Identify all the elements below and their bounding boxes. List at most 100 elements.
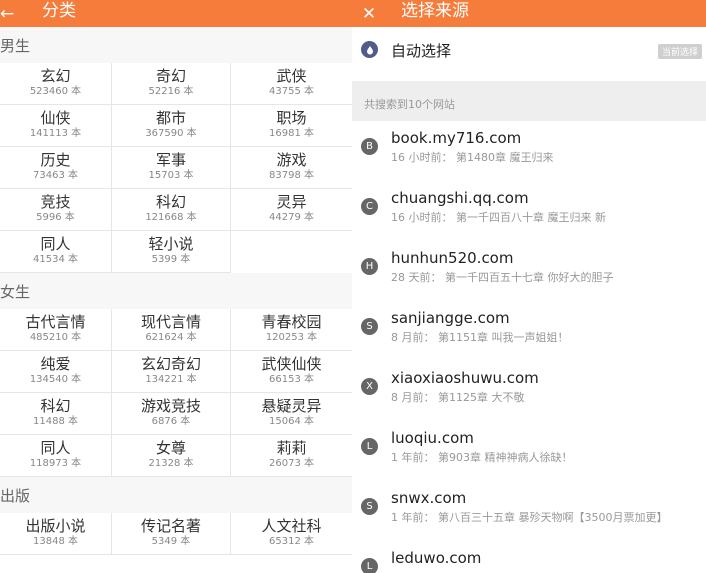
category-name: 科幻 (155, 193, 186, 211)
category-count: 65312 本 (269, 536, 314, 547)
source-item[interactable]: Bbook.my716.com 16 小时前： 第1480章 魔王归来 (352, 121, 706, 181)
category-item[interactable]: 游戏 83798 本 (231, 147, 352, 189)
category-item[interactable]: 职场 16981 本 (231, 105, 352, 147)
source-item[interactable]: Cchuangshi.qq.com 16 小时前： 第一千四百八十章 魔王归来 新 (352, 181, 706, 241)
category-item[interactable]: 仙侠 141113 本 (0, 105, 112, 147)
category-item[interactable]: 青春校园 120253 本 (231, 309, 352, 351)
category-name: 竞技 (40, 193, 71, 211)
source-letter-icon: X (361, 378, 378, 395)
category-item[interactable]: 古代言情 485210 本 (0, 309, 112, 351)
category-count: 15703 本 (148, 170, 194, 181)
category-item[interactable]: 玄幻奇幻 134221 本 (112, 351, 231, 393)
category-count: 118973 本 (29, 458, 82, 469)
category-name: 古代言情 (25, 313, 86, 331)
source-item[interactable]: Lleduwo.com (352, 541, 706, 573)
category-app-bar: ← 分类 (0, 0, 352, 27)
category-name: 仙侠 (40, 109, 71, 127)
category-count: 6876 本 (151, 416, 191, 427)
category-item[interactable]: 人文社科 65312 本 (231, 513, 352, 555)
section-label: 男生 (0, 27, 352, 63)
category-count: 5996 本 (36, 212, 75, 223)
category-grid: 古代言情 485210 本现代言情 621624 本青春校园 120253 本纯爱 13… (0, 309, 352, 477)
source-host: snwx.com (391, 489, 467, 507)
category-item[interactable]: 现代言情 621624 本 (112, 309, 231, 351)
category-item[interactable]: 军事 15703 本 (112, 147, 231, 189)
category-count: 26073 本 (269, 458, 314, 469)
source-latest-chapter: 1 年前： 第八百三十五章 暴殄天物啊【3500月票加更】 (391, 511, 668, 524)
source-item[interactable]: Hhunhun520.com 28 天前： 第一千四百五十七章 你好大的胆子 (352, 241, 706, 301)
category-item[interactable]: 同人 118973 本 (0, 435, 112, 477)
category-item[interactable]: 莉莉 26073 本 (231, 435, 352, 477)
category-count: 134221 本 (145, 374, 197, 385)
category-item[interactable]: 灵异 44279 本 (231, 189, 352, 231)
source-letter-icon: S (361, 318, 378, 335)
category-count: 134540 本 (29, 374, 82, 385)
source-latest-chapter: 1 年前： 第903章 精神神病人徐缺！ (391, 451, 573, 464)
category-name: 纯爱 (40, 355, 71, 373)
source-letter-icon: L (361, 438, 378, 455)
category-count: 66153 本 (269, 374, 314, 385)
category-item[interactable]: 竞技 5996 本 (0, 189, 112, 231)
current-selection-badge: 当前选择 (657, 44, 702, 59)
category-item[interactable]: 科幻 11488 本 (0, 393, 112, 435)
category-item[interactable]: 传记名著 5349 本 (112, 513, 231, 555)
category-name: 女尊 (155, 439, 186, 457)
category-count: 5349 本 (151, 536, 191, 547)
category-count: 21328 本 (148, 458, 194, 469)
category-item[interactable]: 武侠 43755 本 (231, 63, 352, 105)
category-name: 都市 (155, 109, 186, 127)
source-letter-icon: L (361, 558, 378, 573)
section-label: 出版 (0, 477, 352, 513)
category-count: 120253 本 (265, 332, 318, 343)
source-host: xiaoxiaoshuwu.com (391, 369, 539, 387)
category-item[interactable]: 女尊 21328 本 (112, 435, 231, 477)
category-name: 职场 (276, 109, 307, 127)
category-item[interactable]: 历史 73463 本 (0, 147, 112, 189)
category-item[interactable]: 奇幻 52216 本 (112, 63, 231, 105)
auto-select-row[interactable]: 自动选择 当前选择 (352, 27, 706, 73)
source-app-bar: ✕ 选择来源 (352, 0, 706, 27)
back-arrow-icon[interactable]: ← (0, 0, 22, 27)
category-name: 人文社科 (261, 517, 322, 535)
category-count: 41534 本 (33, 254, 78, 265)
close-icon[interactable]: ✕ (354, 0, 384, 27)
category-item[interactable]: 玄幻 523460 本 (0, 63, 112, 105)
category-item[interactable]: 武侠仙侠 66153 本 (231, 351, 352, 393)
source-item[interactable]: Lluoqiu.com 1 年前： 第903章 精神神病人徐缺！ (352, 421, 706, 481)
category-name: 出版小说 (25, 517, 86, 535)
source-item[interactable]: Xxiaoxiaoshuwu.com 8 月前： 第1125章 大不敬 (352, 361, 706, 421)
source-host: leduwo.com (391, 549, 482, 567)
category-item[interactable]: 纯爱 134540 本 (0, 351, 112, 393)
source-panel: ✕ 选择来源 自动选择 当前选择 共搜索到10个网站 Bbook.my716.c… (352, 0, 706, 573)
category-count: 15064 本 (269, 416, 314, 427)
source-latest-chapter: 16 小时前： 第一千四百八十章 魔王归来 新 (391, 211, 606, 224)
category-count: 367590 本 (145, 128, 197, 139)
category-panel: ← 分类 男生 玄幻 523460 本奇幻 52216 本武侠 43755 本仙侠 141… (0, 0, 352, 573)
drop-icon (361, 41, 378, 58)
source-letter-icon: B (361, 138, 378, 155)
category-name: 历史 (40, 151, 71, 169)
category-grid: 出版小说 13848 本传记名著 5349 本人文社科 65312 本 (0, 513, 352, 555)
category-count: 5399 本 (151, 254, 191, 265)
category-name: 军事 (155, 151, 186, 169)
category-item[interactable]: 轻小说 5399 本 (112, 231, 231, 273)
category-item[interactable]: 游戏竞技 6876 本 (112, 393, 231, 435)
category-name: 游戏 (276, 151, 307, 169)
category-item[interactable]: 出版小说 13848 本 (0, 513, 112, 555)
category-item[interactable]: 科幻 121668 本 (112, 189, 231, 231)
source-host: hunhun520.com (391, 249, 514, 267)
category-item[interactable]: 悬疑灵异 15064 本 (231, 393, 352, 435)
source-latest-chapter: 8 月前： 第1125章 大不敬 (391, 391, 525, 404)
source-item[interactable]: Ssnwx.com 1 年前： 第八百三十五章 暴殄天物啊【3500月票加更】 (352, 481, 706, 541)
category-name: 现代言情 (140, 313, 201, 331)
source-letter-icon: C (361, 198, 378, 215)
category-name: 玄幻奇幻 (140, 355, 201, 373)
source-latest-chapter: 28 天前： 第一千四百五十七章 你好大的胆子 (391, 271, 614, 284)
category-name: 武侠仙侠 (261, 355, 322, 373)
category-grid: 玄幻 523460 本奇幻 52216 本武侠 43755 本仙侠 141113 本都市… (0, 63, 352, 273)
category-item[interactable]: 同人 41534 本 (0, 231, 112, 273)
category-item[interactable]: 都市 367590 本 (112, 105, 231, 147)
source-latest-chapter: 16 小时前： 第1480章 魔王归来 (391, 151, 554, 164)
search-result-count: 共搜索到10个网站 (352, 81, 706, 121)
source-item[interactable]: Ssanjiangge.com 8 月前： 第1151章 叫我一声姐姐！ (352, 301, 706, 361)
